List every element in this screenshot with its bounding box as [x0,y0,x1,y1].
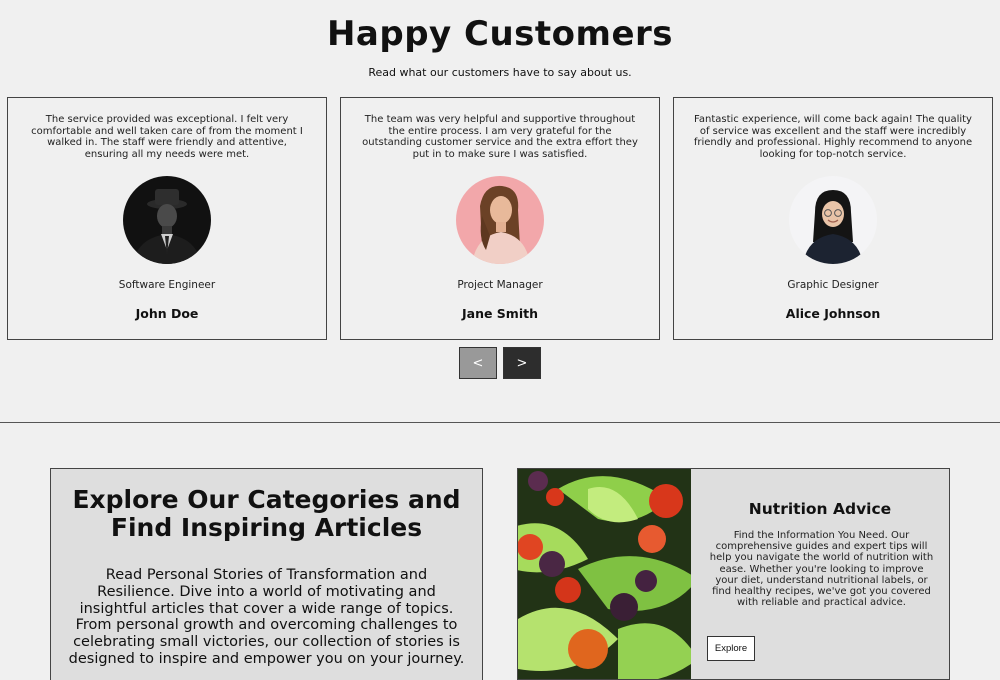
testimonial-name: John Doe [135,306,199,321]
testimonial-name: Alice Johnson [785,306,881,321]
categories-description: Read Personal Stories of Transformation … [68,567,465,667]
salad-image [518,469,698,679]
testimonial-role: Graphic Designer [787,279,879,291]
testimonial-quote: The service provided was exceptional. I … [31,114,303,160]
carousel-prev-button[interactable]: < [459,347,497,379]
nutrition-description: Find the Information You Need. Our compr… [709,530,934,609]
testimonial-role: Project Manager [457,279,543,291]
categories-panel: Explore Our Categories and Find Inspirin… [50,468,483,680]
nutrition-title: Nutrition Advice [748,500,892,518]
testimonial-card: The team was very helpful and supportive… [340,97,660,340]
explore-button[interactable]: Explore [707,636,755,661]
testimonial-name: Jane Smith [461,306,538,321]
section-divider [0,422,1000,423]
avatar [789,176,877,264]
section-title: Happy Customers [326,14,674,54]
carousel-next-button[interactable]: > [503,347,541,379]
nutrition-card: Nutrition Advice Find the Information Yo… [517,468,950,680]
avatar [456,176,544,264]
testimonial-card: Fantastic experience, will come back aga… [673,97,993,340]
testimonial-quote: Fantastic experience, will come back aga… [693,114,973,160]
categories-heading: Explore Our Categories and Find Inspirin… [72,485,461,542]
avatar [123,176,211,264]
testimonial-role: Software Engineer [118,279,216,291]
section-subtitle: Read what our customers have to say abou… [368,66,632,79]
testimonial-quote: The team was very helpful and supportive… [362,114,638,160]
testimonial-card: The service provided was exceptional. I … [7,97,327,340]
